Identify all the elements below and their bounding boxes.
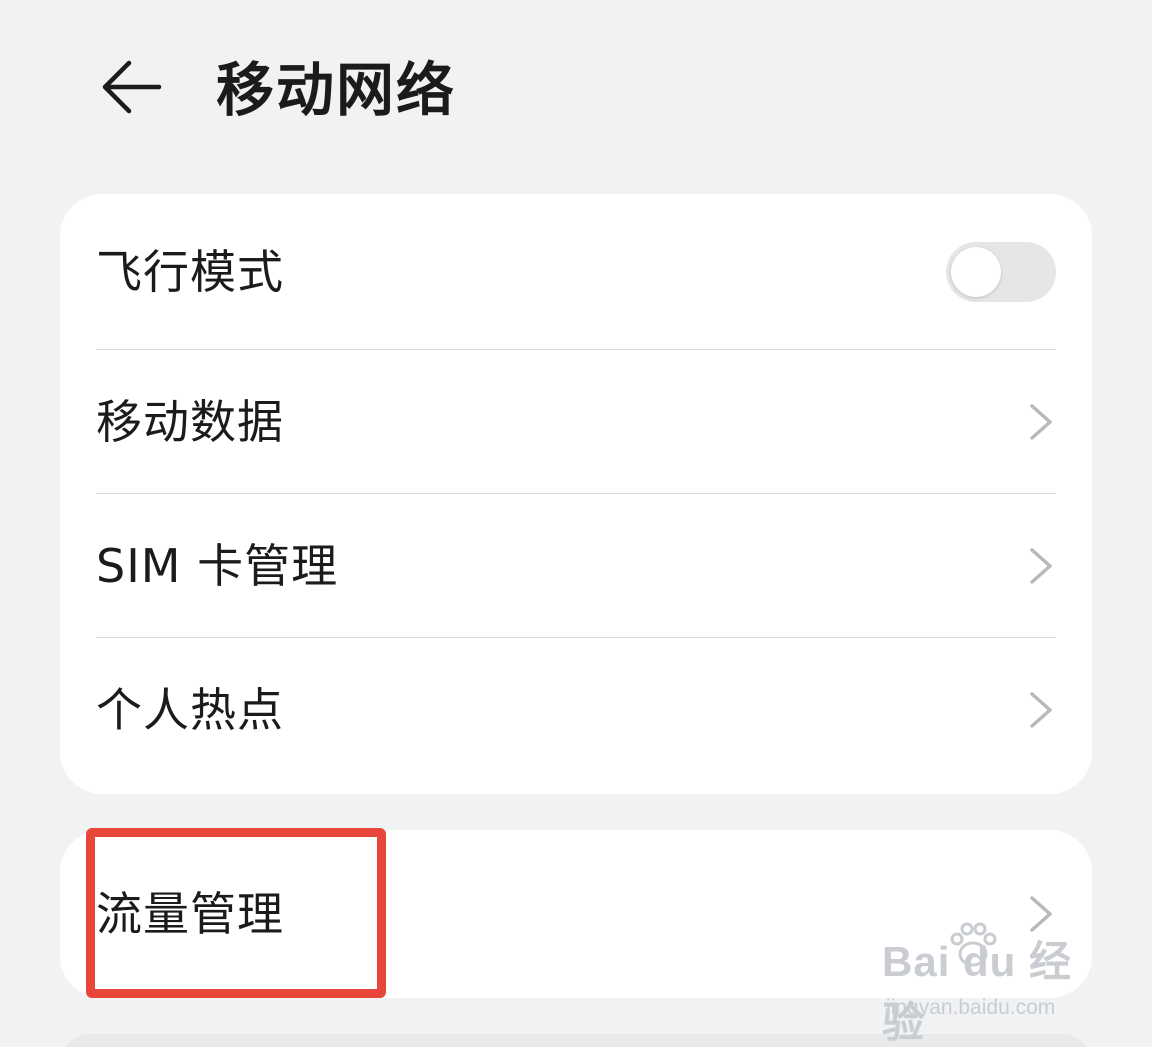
sim-card-management-row[interactable]: SIM 卡管理	[60, 494, 1092, 638]
chevron-right-icon	[1030, 896, 1052, 932]
personal-hotspot-row[interactable]: 个人热点	[60, 638, 1092, 782]
settings-card-next	[60, 1034, 1092, 1047]
sim-card-management-label: SIM 卡管理	[96, 539, 339, 593]
chevron-right-icon	[1030, 692, 1052, 728]
mobile-network-page: 移动网络 飞行模式 移动数据 SIM 卡管理 个人热点 流量管理 Bai du …	[0, 0, 1152, 1047]
settings-card-network: 飞行模式 移动数据 SIM 卡管理 个人热点	[60, 194, 1092, 794]
traffic-management-row[interactable]: 流量管理	[60, 830, 1092, 998]
airplane-mode-toggle[interactable]	[946, 242, 1056, 302]
back-button[interactable]	[92, 52, 168, 122]
settings-card-traffic: 流量管理	[60, 830, 1092, 998]
header: 移动网络	[0, 0, 1152, 180]
chevron-right-icon	[1030, 404, 1052, 440]
chevron-right-icon	[1030, 548, 1052, 584]
mobile-data-row[interactable]: 移动数据	[60, 350, 1092, 494]
traffic-management-label: 流量管理	[96, 887, 284, 941]
airplane-mode-row[interactable]: 飞行模式	[60, 194, 1092, 350]
page-title: 移动网络	[216, 56, 457, 124]
watermark-url: jingyan.baidu.com	[886, 996, 1056, 1019]
airplane-mode-label: 飞行模式	[96, 245, 284, 299]
arrow-left-icon	[102, 60, 162, 114]
mobile-data-label: 移动数据	[96, 395, 284, 449]
personal-hotspot-label: 个人热点	[96, 683, 284, 737]
toggle-knob	[951, 247, 1001, 297]
